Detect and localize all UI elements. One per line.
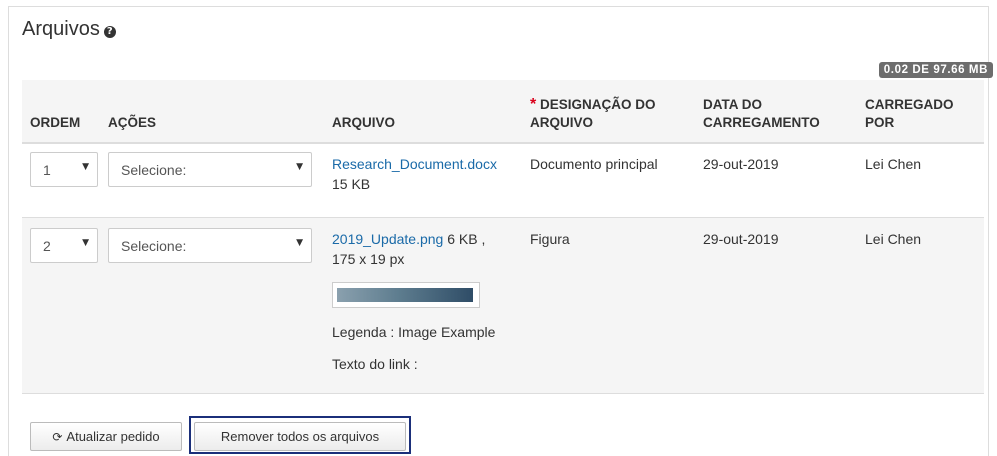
order-select[interactable]: 1 ▼	[30, 152, 98, 187]
panel-title: Arquivos ?	[22, 18, 116, 41]
chevron-down-icon: ▼	[82, 162, 89, 172]
required-asterisk: *	[530, 96, 537, 113]
chevron-down-icon: ▼	[296, 238, 303, 248]
help-icon[interactable]: ?	[103, 25, 116, 38]
header-uploader-line2: POR	[865, 115, 895, 130]
header-actions: AÇÕES	[108, 115, 157, 130]
table-header: ORDEM AÇÕES ARQUIVO * DESIGNAÇÃO DO ARQU…	[22, 80, 984, 144]
header-uploaded-by: CARREGADO POR	[865, 96, 954, 132]
refresh-order-button[interactable]: ⟳ Atualizar pedido	[30, 422, 182, 451]
chevron-down-icon: ▼	[82, 238, 89, 248]
panel-title-text: Arquivos	[22, 18, 100, 40]
header-order: ORDEM	[30, 115, 81, 130]
header-designation-line2: ARQUIVO	[530, 115, 594, 130]
chevron-down-icon: ▼	[296, 162, 303, 172]
uploader-cell: Lei Chen	[865, 231, 922, 247]
refresh-icon: ⟳	[52, 429, 63, 444]
table-row: 1 ▼ Selecione: ▼ Research_Document.docx …	[22, 144, 984, 218]
date-cell: 29-out-2019	[703, 156, 779, 172]
file-cell: 2019_Update.png 6 KB , 175 x 19 px	[332, 229, 527, 269]
header-designation: * DESIGNAÇÃO DO ARQUIVO	[530, 96, 656, 132]
uploader-cell: Lei Chen	[865, 156, 922, 172]
file-link[interactable]: 2019_Update.png	[332, 231, 443, 247]
header-designation-line1: DESIGNAÇÃO DO	[540, 97, 656, 112]
image-thumbnail[interactable]	[332, 282, 480, 308]
header-date-line1: DATA DO	[703, 97, 762, 112]
header-upload-date: DATA DO CARREGAMENTO	[703, 96, 820, 132]
header-uploader-line1: CARREGADO	[865, 97, 954, 112]
remove-all-files-button[interactable]: Remover todos os arquivos	[194, 422, 406, 451]
actions-placeholder: Selecione:	[121, 162, 187, 178]
file-cell: Research_Document.docx 15 KB	[332, 154, 527, 194]
actions-select[interactable]: Selecione: ▼	[108, 152, 312, 187]
designation-cell: Figura	[530, 231, 570, 247]
order-select[interactable]: 2 ▼	[30, 228, 98, 263]
order-value: 2	[43, 238, 51, 254]
remove-all-label: Remover todos os arquivos	[220, 429, 380, 444]
image-link-text: Texto do link :	[332, 356, 418, 372]
header-file: ARQUIVO	[332, 115, 396, 130]
actions-select[interactable]: Selecione: ▼	[108, 228, 312, 263]
storage-quota-badge: 0.02 DE 97.66 MB	[878, 62, 993, 78]
image-caption: Legenda : Image Example	[332, 324, 496, 340]
file-size: 6 KB ,	[443, 231, 486, 247]
order-value: 1	[43, 162, 51, 178]
file-link[interactable]: Research_Document.docx	[332, 156, 497, 172]
date-cell: 29-out-2019	[703, 231, 779, 247]
image-dimensions: 175 x 19 px	[332, 251, 405, 267]
actions-placeholder: Selecione:	[121, 238, 187, 254]
file-size-line: 15 KB	[332, 176, 371, 192]
refresh-order-label: Atualizar pedido	[66, 429, 160, 444]
files-table: ORDEM AÇÕES ARQUIVO * DESIGNAÇÃO DO ARQU…	[22, 80, 984, 394]
header-date-line2: CARREGAMENTO	[703, 115, 820, 130]
designation-cell: Documento principal	[530, 156, 658, 172]
image-preview	[337, 288, 473, 302]
table-row: 2 ▼ Selecione: ▼ 2019_Update.png 6 KB , …	[22, 218, 984, 394]
